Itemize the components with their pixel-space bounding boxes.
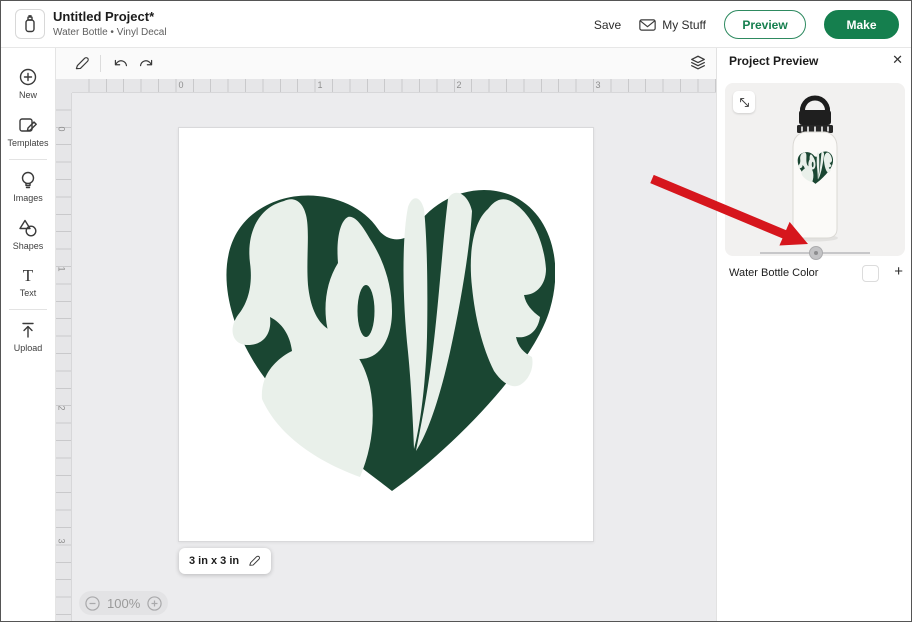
- sidebar-divider: [9, 159, 47, 160]
- size-badge[interactable]: 3 in x 3 in: [179, 548, 271, 574]
- zoom-level: 100%: [107, 596, 140, 611]
- sidebar-item-images[interactable]: Images: [1, 163, 56, 211]
- zoom-in-button[interactable]: [147, 596, 162, 611]
- minus-circle-icon: [85, 596, 100, 611]
- sidebar-item-templates[interactable]: Templates: [1, 108, 56, 156]
- expand-icon: [738, 96, 751, 109]
- toolbar-divider: [100, 55, 101, 72]
- vertical-ruler: 0 1 2 3: [56, 93, 72, 622]
- ruler-tick-label: 2: [57, 405, 67, 410]
- panel-title: Project Preview: [729, 54, 818, 68]
- ruler-tick-label: 2: [456, 80, 461, 90]
- slider-handle[interactable]: [809, 246, 823, 260]
- add-color-button[interactable]: +: [894, 263, 903, 280]
- my-stuff-button[interactable]: My Stuff: [639, 18, 706, 32]
- zoom-out-button[interactable]: [85, 596, 100, 611]
- design-canvas: 0 1 2 3 0 1 2 3 3 in x 3 in: [56, 48, 716, 622]
- ruler-tick-label: 1: [57, 266, 67, 271]
- artboard[interactable]: [178, 127, 594, 542]
- pencil-icon: [247, 554, 261, 568]
- plus-circle-icon: [147, 596, 162, 611]
- preview-rotation-slider[interactable]: [760, 246, 870, 260]
- lightbulb-icon: [18, 170, 38, 190]
- edit-pencil-button[interactable]: [69, 51, 93, 75]
- zoom-control: 100%: [79, 591, 168, 615]
- close-icon[interactable]: ✕: [892, 52, 903, 68]
- ruler-tick-label: 3: [595, 80, 600, 90]
- ruler-corner: [56, 79, 72, 93]
- canvas-toolbar: [56, 48, 716, 79]
- ruler-tick-label: 1: [317, 80, 322, 90]
- project-subtitle: Water Bottle • Vinyl Decal: [53, 27, 167, 38]
- project-preview-panel: Project Preview ✕: [716, 48, 912, 622]
- undo-icon: [112, 56, 129, 71]
- water-bottle-icon: [22, 15, 38, 33]
- expand-button[interactable]: [733, 91, 755, 113]
- ruler-tick-label: 0: [57, 126, 67, 131]
- size-label: 3 in x 3 in: [189, 555, 239, 567]
- text-glyph-icon: T: [23, 266, 33, 285]
- shapes-icon: [18, 218, 38, 238]
- layers-button[interactable]: [686, 51, 710, 75]
- sidebar-item-text[interactable]: T Text: [1, 259, 56, 306]
- ruler-tick-label: 0: [178, 80, 183, 90]
- ruler-tick-label: 3: [57, 538, 67, 543]
- love-heart-design[interactable]: [220, 187, 555, 491]
- layers-icon: [689, 54, 707, 72]
- sidebar-item-new[interactable]: New: [1, 60, 56, 108]
- project-title: Untitled Project*: [53, 9, 154, 24]
- redo-button[interactable]: [134, 51, 158, 75]
- top-header: Untitled Project* Water Bottle • Vinyl D…: [1, 1, 912, 48]
- sidebar-item-shapes[interactable]: Shapes: [1, 211, 56, 259]
- preview-button[interactable]: Preview: [724, 10, 806, 39]
- redo-icon: [138, 56, 155, 71]
- water-bottle-mockup: [783, 87, 847, 243]
- envelope-icon: [639, 18, 656, 32]
- app-window: Untitled Project* Water Bottle • Vinyl D…: [0, 0, 912, 622]
- color-swatch-white[interactable]: [862, 265, 879, 282]
- save-button[interactable]: Save: [594, 18, 621, 32]
- pencil-icon: [73, 55, 90, 72]
- upload-icon: [18, 320, 38, 340]
- left-toolbar: New Templates Images Shapes: [1, 48, 56, 622]
- make-button[interactable]: Make: [824, 10, 899, 39]
- color-section-label: Water Bottle Color: [729, 267, 818, 279]
- plus-circle-icon: [18, 67, 38, 87]
- templates-icon: [18, 115, 38, 135]
- water-bottle-color-row: Water Bottle Color +: [725, 264, 905, 284]
- sidebar-divider: [9, 309, 47, 310]
- project-type-button[interactable]: [15, 9, 45, 39]
- undo-button[interactable]: [108, 51, 132, 75]
- sidebar-item-upload[interactable]: Upload: [1, 313, 56, 361]
- preview-card: [725, 83, 905, 256]
- horizontal-ruler: 0 1 2 3: [72, 79, 716, 93]
